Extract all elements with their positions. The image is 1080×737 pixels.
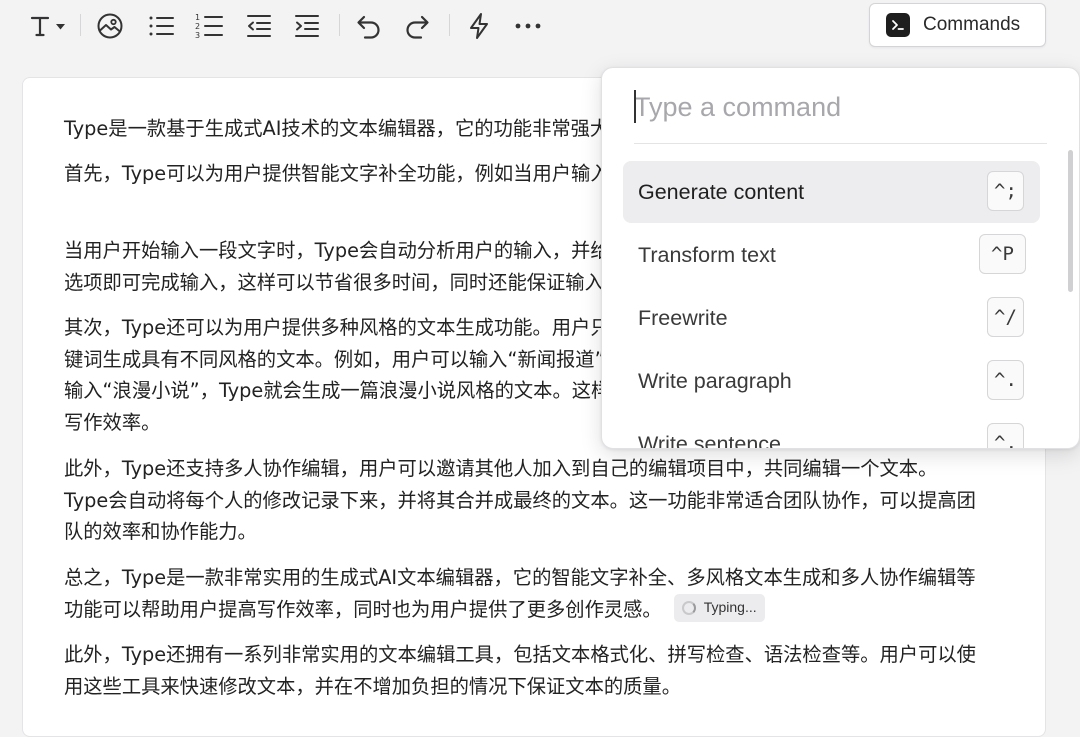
paragraph-text[interactable]: 总之，Type是一款非常实用的生成式AI文本编辑器，它的智能文字补全、多风格文本…: [64, 566, 976, 621]
more-options-button[interactable]: [511, 9, 545, 43]
bullet-list-button[interactable]: [145, 9, 177, 43]
commands-button-label: Commands: [923, 14, 1021, 35]
shortcut-key: ^;: [987, 171, 1024, 211]
command-label: Write paragraph: [638, 368, 792, 393]
toolbar-divider: [80, 14, 81, 36]
toolbar-divider: [339, 14, 340, 36]
command-item-generate-content[interactable]: Generate content ^;: [623, 161, 1040, 223]
typing-label: Typing...: [703, 599, 757, 616]
spinner-icon: [681, 601, 696, 615]
shortcut-key: ^P: [979, 234, 1026, 274]
numbered-list-button[interactable]: 1 2 3: [193, 9, 225, 43]
command-item-write-sentence[interactable]: Write sentence ^,: [623, 413, 1040, 449]
paragraph[interactable]: 总之，Type是一款非常实用的生成式AI文本编辑器，它的智能文字补全、多风格文本…: [64, 562, 979, 625]
outdent-icon: [247, 15, 271, 37]
redo-icon: [406, 15, 429, 39]
toolbar-divider: [449, 14, 450, 36]
commands-button[interactable]: Commands: [869, 3, 1046, 47]
shortcut-key: ^/: [987, 297, 1024, 337]
undo-button[interactable]: [353, 9, 385, 43]
indent-button[interactable]: [291, 9, 323, 43]
outdent-button[interactable]: [243, 9, 275, 43]
terminal-icon: [886, 13, 910, 37]
command-label: Generate content: [638, 179, 805, 204]
command-label: Transform text: [638, 242, 776, 267]
command-palette: Generate content ^; Transform text ^P Fr…: [601, 67, 1080, 449]
more-icon: [515, 23, 541, 29]
palette-scrollbar[interactable]: [1068, 150, 1073, 292]
ai-action-button[interactable]: [464, 9, 494, 43]
command-item-write-paragraph[interactable]: Write paragraph ^.: [623, 350, 1040, 412]
command-item-transform-text[interactable]: Transform text ^P: [623, 224, 1040, 286]
lightning-icon: [470, 13, 488, 39]
text-type-icon: [30, 16, 65, 37]
text-caret: [634, 90, 636, 123]
svg-text:2: 2: [195, 22, 200, 31]
image-icon: [97, 13, 123, 39]
indent-icon: [295, 15, 319, 37]
divider: [634, 143, 1047, 144]
numbered-list-icon: 1 2 3: [195, 13, 223, 40]
command-item-freewrite[interactable]: Freewrite ^/: [623, 287, 1040, 349]
paragraph[interactable]: 此外，Type还支持多人协作编辑，用户可以邀请其他人加入到自己的编辑项目中，共同…: [64, 453, 979, 548]
image-button[interactable]: [93, 9, 127, 43]
command-label: Freewrite: [638, 305, 728, 330]
undo-icon: [357, 15, 380, 39]
command-label: Write sentence: [638, 431, 782, 449]
typing-indicator: Typing...: [673, 594, 765, 622]
bullet-list-icon: [149, 16, 174, 36]
command-search-input[interactable]: [634, 87, 1048, 127]
svg-text:3: 3: [195, 31, 200, 40]
shortcut-key: ^,: [987, 423, 1024, 448]
paragraph[interactable]: 此外，Type还拥有一系列非常实用的文本编辑工具，包括文本格式化、拼写检查、语法…: [64, 639, 979, 702]
shortcut-key: ^.: [987, 360, 1024, 400]
redo-button[interactable]: [401, 9, 433, 43]
svg-text:1: 1: [195, 13, 200, 22]
text-style-dropdown[interactable]: [26, 9, 70, 43]
editor-toolbar: 1 2 3 Commands: [0, 0, 1080, 52]
